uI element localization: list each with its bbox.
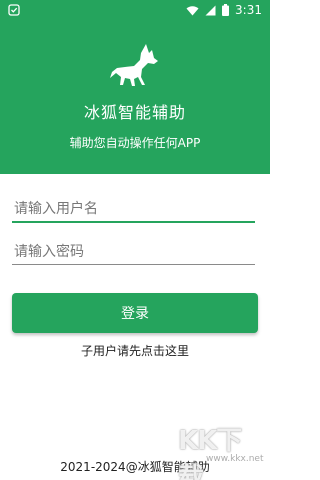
password-input[interactable] (12, 239, 255, 265)
login-screen: 3:31 冰狐智能辅助 辅助您自动操作任何APP 登录 子用户请先点击这里 20… (0, 0, 270, 480)
watermark-url: www.kkx.net (206, 454, 264, 464)
app-title: 冰狐智能辅助 (83, 103, 186, 122)
signal-icon (205, 5, 216, 15)
login-button[interactable]: 登录 (12, 293, 258, 333)
site-watermark: KK下载 www.kkx.net (178, 420, 264, 480)
status-time: 3:31 (235, 3, 262, 17)
status-right-group: 3:31 (186, 3, 262, 17)
status-bar: 3:31 (0, 0, 270, 22)
header-banner: 3:31 冰狐智能辅助 辅助您自动操作任何APP (0, 0, 270, 174)
app-subtitle: 辅助您自动操作任何APP (69, 136, 201, 150)
watermark-logo: KK下载 (178, 426, 242, 480)
app-notification-icon (8, 4, 20, 16)
wifi-icon (186, 5, 199, 15)
sub-user-link[interactable]: 子用户请先点击这里 (0, 342, 270, 359)
fox-icon (110, 44, 158, 86)
username-input[interactable] (12, 197, 255, 223)
battery-icon (222, 4, 230, 16)
